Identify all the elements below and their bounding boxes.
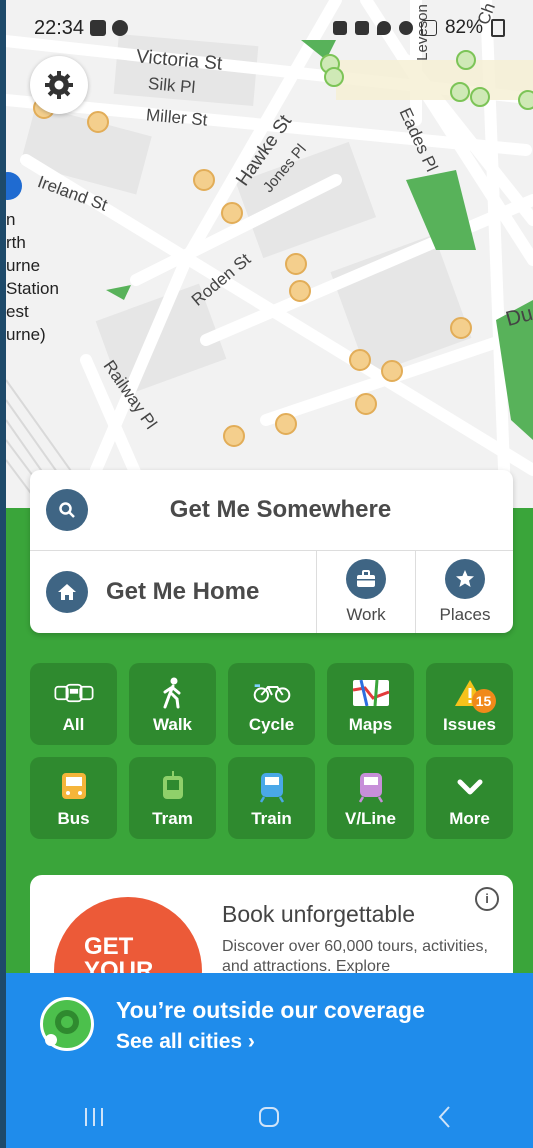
walk-icon bbox=[153, 677, 193, 709]
gear-icon bbox=[45, 71, 73, 99]
map-label-silk-pl: Silk Pl bbox=[147, 73, 197, 98]
places-label: Places bbox=[439, 605, 491, 624]
mode-tram-label: Tram bbox=[152, 809, 193, 828]
info-icon[interactable]: i bbox=[475, 887, 499, 911]
issues-count-badge: 15 bbox=[471, 689, 496, 713]
work-label: Work bbox=[346, 605, 386, 624]
places-button[interactable]: Places bbox=[416, 551, 514, 633]
bicycle-icon bbox=[252, 677, 292, 709]
signal-icon bbox=[420, 20, 437, 36]
search-icon bbox=[46, 489, 88, 531]
warning-icon: 15 bbox=[450, 677, 496, 713]
mode-bus-label: Bus bbox=[57, 809, 90, 828]
mode-walk-label: Walk bbox=[152, 715, 193, 734]
home-icon bbox=[46, 571, 88, 613]
work-button[interactable]: Work bbox=[317, 551, 416, 633]
ad-title: Book unforgettable bbox=[222, 901, 416, 927]
see-all-cities-link[interactable]: See all cities › bbox=[116, 1030, 255, 1054]
coverage-title: You’re outside our coverage bbox=[116, 997, 425, 1023]
mode-all-button[interactable]: All bbox=[30, 663, 117, 745]
app-notification-icon bbox=[112, 20, 129, 36]
mode-walk-button[interactable]: Walk bbox=[129, 663, 216, 745]
status-right: 82% bbox=[332, 17, 505, 39]
mode-vline-label: V/Line bbox=[344, 809, 396, 828]
vline-icon bbox=[351, 771, 391, 803]
mode-tram-button[interactable]: Tram bbox=[129, 757, 216, 839]
trip-planner-card: Get Me Somewhere Get Me Home Work Places bbox=[30, 470, 513, 633]
gallery-notification-icon bbox=[90, 20, 107, 36]
bus-icon bbox=[54, 771, 94, 803]
get-me-somewhere-label: Get Me Somewhere bbox=[169, 496, 392, 523]
mode-cycle-button[interactable]: Cycle bbox=[228, 663, 315, 745]
ad-logo: GET YOUR bbox=[54, 897, 202, 985]
get-me-home-label: Get Me Home bbox=[106, 578, 260, 605]
all-transport-icon bbox=[54, 677, 94, 709]
mode-train-label: Train bbox=[251, 809, 292, 828]
map-station-label: n rth urne Station est urne) bbox=[6, 208, 59, 346]
settings-button[interactable] bbox=[30, 56, 88, 114]
system-nav-bar bbox=[6, 1085, 533, 1148]
map-icon bbox=[351, 677, 391, 709]
mode-maps-label: Maps bbox=[348, 715, 393, 734]
star-icon bbox=[445, 559, 485, 599]
mode-cycle-label: Cycle bbox=[248, 715, 295, 734]
coverage-banner[interactable]: You’re outside our coverage See all citi… bbox=[6, 973, 533, 1148]
chevron-down-icon bbox=[450, 771, 490, 803]
status-bar: 22:34 82% bbox=[6, 0, 533, 56]
location-icon bbox=[376, 21, 391, 35]
home-nav-icon[interactable] bbox=[257, 1105, 281, 1129]
tram-icon bbox=[153, 771, 193, 803]
briefcase-icon bbox=[346, 559, 386, 599]
mode-maps-button[interactable]: Maps bbox=[327, 663, 414, 745]
mode-vline-button[interactable]: V/Line bbox=[327, 757, 414, 839]
mode-more-button[interactable]: More bbox=[426, 757, 513, 839]
hotspot-icon bbox=[398, 21, 413, 35]
map-station-line-2: rth bbox=[6, 233, 26, 252]
mascot-icon bbox=[40, 997, 94, 1051]
recents-icon[interactable] bbox=[82, 1106, 106, 1128]
get-me-somewhere-button[interactable]: Get Me Somewhere bbox=[30, 470, 513, 551]
alarm-icon bbox=[332, 21, 347, 35]
battery-percent: 82% bbox=[444, 17, 483, 38]
get-me-home-button[interactable]: Get Me Home bbox=[30, 551, 317, 633]
back-icon[interactable] bbox=[433, 1105, 457, 1129]
sponsored-card[interactable]: GET YOUR Book unforgettable Discover ove… bbox=[30, 875, 513, 985]
mode-bus-button[interactable]: Bus bbox=[30, 757, 117, 839]
mode-issues-label: Issues bbox=[443, 715, 496, 734]
train-icon bbox=[252, 771, 292, 803]
map-station-line-6: urne) bbox=[6, 325, 46, 344]
status-time: 22:34 bbox=[34, 16, 85, 39]
map-station-line-1: n bbox=[6, 210, 16, 229]
screen: Victoria St Silk Pl Miller St Hawke St J… bbox=[6, 0, 533, 1148]
battery-icon bbox=[491, 19, 505, 37]
mode-issues-button[interactable]: 15 Issues bbox=[426, 663, 513, 745]
mode-all-label: All bbox=[62, 715, 85, 734]
map-station-line-3: urne bbox=[6, 256, 41, 275]
mode-more-label: More bbox=[449, 809, 490, 828]
map-station-line-5: est bbox=[6, 302, 29, 321]
mode-train-button[interactable]: Train bbox=[228, 757, 315, 839]
map-station-line-4: Station bbox=[6, 279, 59, 298]
ad-description: Discover over 60,000 tours, activities, … bbox=[222, 938, 488, 975]
mute-icon bbox=[354, 21, 369, 35]
